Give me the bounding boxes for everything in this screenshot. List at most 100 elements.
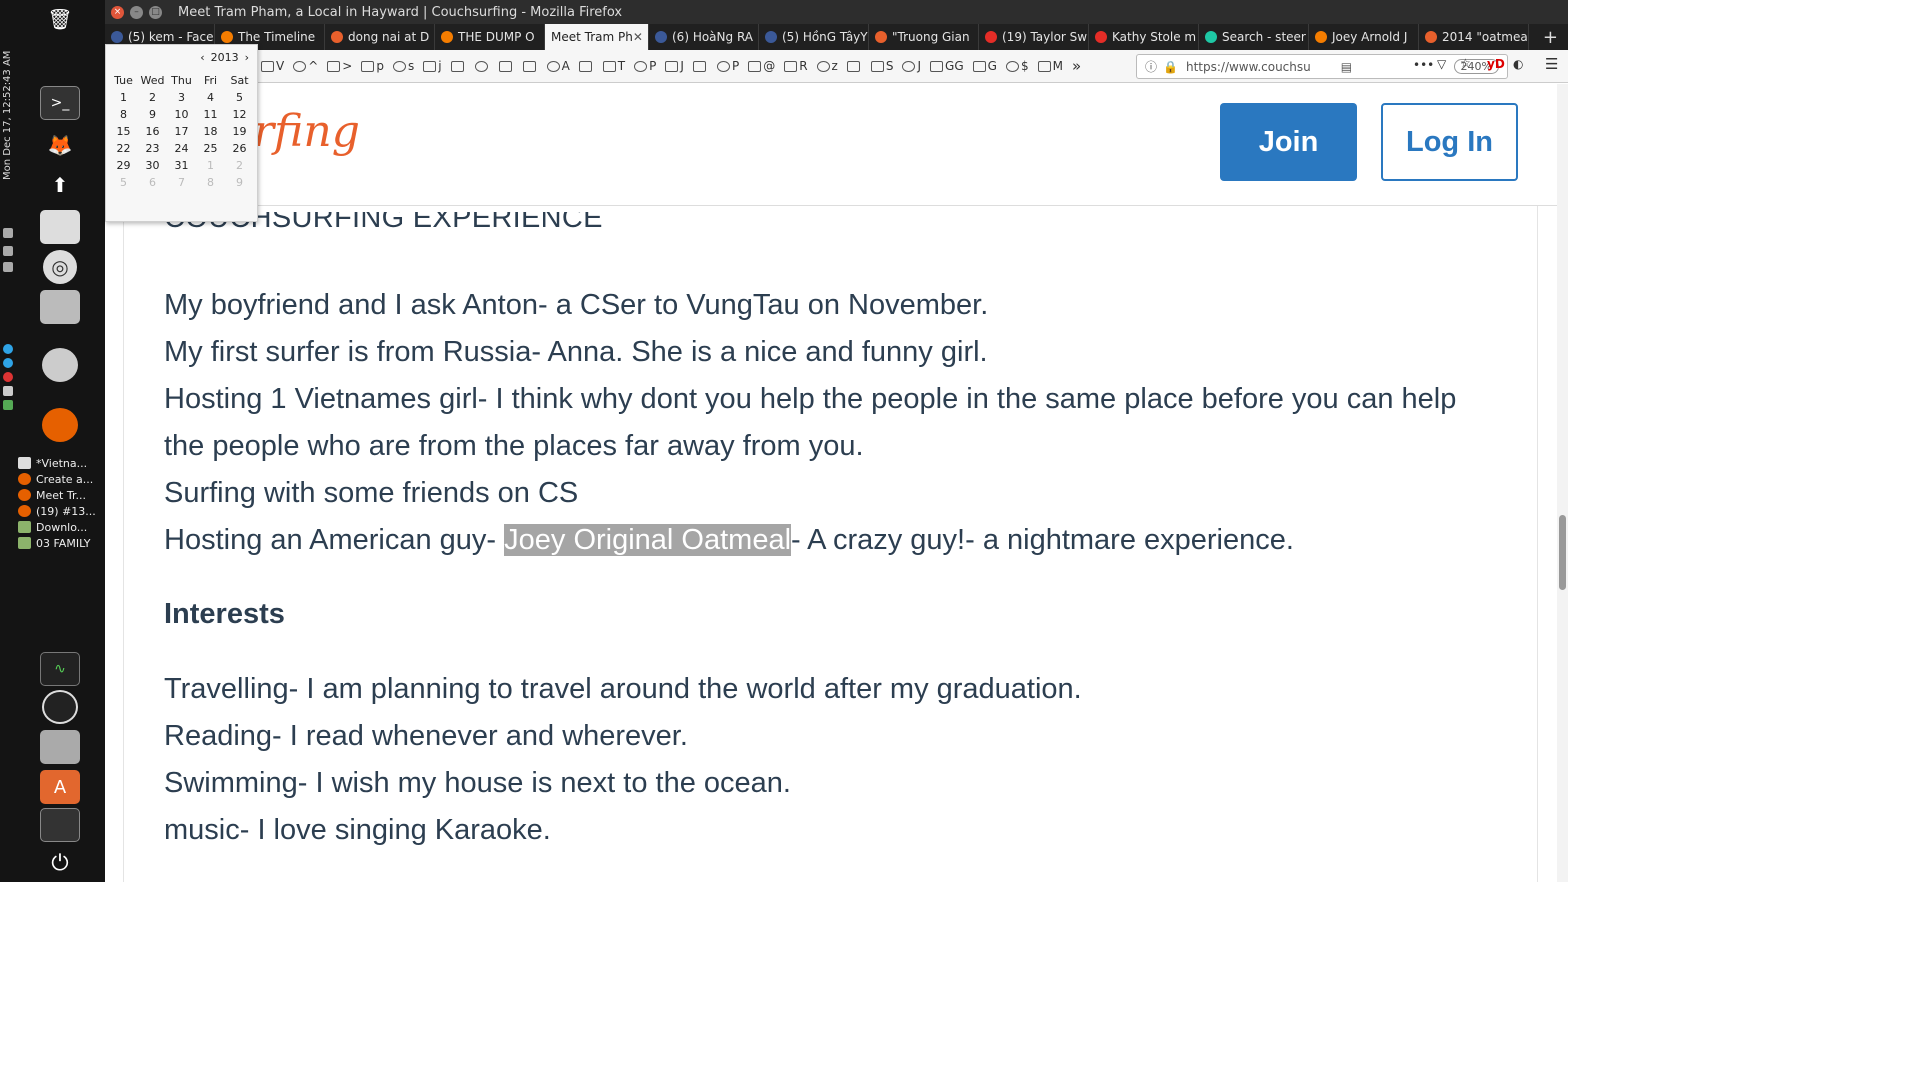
bookmark-item[interactable]: M [1037, 59, 1063, 73]
bookmark-item[interactable]: j [423, 59, 442, 73]
browser-tab[interactable]: 2014 "oatmea [1419, 24, 1529, 50]
tray-icon[interactable] [3, 358, 13, 368]
window-item[interactable]: 03 FAMILY [18, 535, 104, 551]
browser-tab[interactable]: Joey Arnold J [1309, 24, 1419, 50]
reader-view-icon[interactable]: ▤ [1341, 60, 1352, 74]
trash-icon[interactable]: 🗑 [40, 2, 80, 36]
browser-tab[interactable]: (19) Taylor Sw [979, 24, 1089, 50]
ubuntu-icon[interactable]: ◎ [43, 250, 77, 284]
calendar-day[interactable]: 26 [225, 140, 254, 157]
calendar-day[interactable]: 3 [167, 89, 196, 106]
calendar-day[interactable]: 2 [138, 89, 167, 106]
couchsurfing-logo[interactable]: rfing [253, 106, 360, 157]
calendar-day[interactable]: 17 [167, 123, 196, 140]
login-button[interactable]: Log In [1381, 103, 1518, 181]
browser-tab[interactable]: THE DUMP O [435, 24, 545, 50]
calendar-day[interactable]: 6 [138, 174, 167, 191]
calendar-day[interactable]: 8 [109, 106, 138, 123]
calendar-day[interactable]: 5 [225, 89, 254, 106]
calendar-day[interactable]: 15 [109, 123, 138, 140]
upload-icon[interactable]: ⬆ [40, 168, 80, 202]
prev-year-icon[interactable]: ‹ [200, 51, 204, 64]
calendar-day[interactable]: 16 [138, 123, 167, 140]
calendar-day[interactable]: 1 [109, 89, 138, 106]
battery-icon[interactable] [3, 262, 13, 272]
launcher-icon[interactable] [40, 808, 80, 842]
calendar-day[interactable]: 25 [196, 140, 225, 157]
calendar-day[interactable]: 31 [167, 157, 196, 174]
calendar-day[interactable]: 11 [196, 106, 225, 123]
next-year-icon[interactable]: › [245, 51, 249, 64]
calendar-day[interactable]: 5 [109, 174, 138, 191]
obs-icon[interactable] [42, 690, 78, 724]
pocket-icon[interactable]: ▽ [1437, 57, 1446, 71]
power-icon[interactable]: ⏻ [40, 846, 80, 880]
calendar-day[interactable]: 9 [138, 106, 167, 123]
bookmark-item[interactable]: $ [1005, 59, 1029, 73]
calendar-day[interactable]: 18 [196, 123, 225, 140]
bookmark-item[interactable]: P [634, 59, 656, 73]
window-item[interactable]: Downlo... [18, 519, 104, 535]
browser-tab[interactable]: (5) HồnG TâyY [759, 24, 869, 50]
scrollbar-thumb[interactable] [1559, 515, 1566, 590]
bookmark-item[interactable] [450, 60, 466, 72]
bookmark-item[interactable] [474, 60, 490, 72]
bookmark-item[interactable]: @ [748, 59, 775, 73]
browser-tab-active[interactable]: Meet Tram Ph ✕ [545, 24, 649, 50]
minimize-window-icon[interactable]: – [130, 5, 143, 19]
browser-tab[interactable]: Search - steer [1199, 24, 1309, 50]
calendar-day[interactable]: 2 [225, 157, 254, 174]
menu-icon[interactable]: ☰ [1545, 55, 1558, 73]
url-text[interactable]: https://www.couchsu [1186, 60, 1311, 74]
bookmark-item[interactable] [578, 60, 594, 72]
extension-icon[interactable]: ◐ [1513, 57, 1523, 71]
bookmarks-overflow-button[interactable]: » [1072, 57, 1081, 75]
bookmark-item[interactable] [522, 60, 538, 72]
close-tab-icon[interactable]: ✕ [633, 30, 643, 44]
files-icon[interactable] [40, 290, 80, 324]
window-item[interactable]: (19) #13... [18, 503, 104, 519]
firefox-icon[interactable] [42, 408, 78, 442]
volume-icon[interactable] [3, 246, 13, 256]
system-monitor-icon[interactable]: ∿ [40, 652, 80, 686]
gimp-icon[interactable]: 🦊 [40, 128, 80, 162]
bookmark-item[interactable]: P [716, 59, 739, 73]
bookmark-item[interactable]: G [972, 59, 997, 73]
bookmark-item[interactable]: p [361, 59, 384, 73]
join-button[interactable]: Join [1220, 103, 1357, 181]
calendar-day[interactable]: 24 [167, 140, 196, 157]
software-center-icon[interactable]: A [40, 770, 80, 804]
system-clock[interactable]: Mon Dec 17, 12:52:43 AM [2, 40, 16, 180]
bookmark-item[interactable]: GG [930, 59, 964, 73]
calendar-day[interactable]: 22 [109, 140, 138, 157]
tray-icon[interactable] [3, 372, 13, 382]
bookmark-item[interactable]: > [327, 59, 352, 73]
bookmark-item[interactable]: V [261, 59, 284, 73]
browser-tab[interactable]: Kathy Stole m [1089, 24, 1199, 50]
calendar-day[interactable]: 19 [225, 123, 254, 140]
webcam-icon[interactable] [40, 730, 80, 764]
maximize-window-icon[interactable]: □ [149, 5, 162, 19]
bookmark-item[interactable]: ^ [293, 59, 318, 73]
calendar-day[interactable]: 7 [167, 174, 196, 191]
calendar-day[interactable]: 23 [138, 140, 167, 157]
browser-tab[interactable]: (6) HoàNg RA [649, 24, 759, 50]
calendar-day[interactable]: 10 [167, 106, 196, 123]
calendar-day[interactable]: 29 [109, 157, 138, 174]
window-item[interactable]: *Vietna... [18, 455, 104, 471]
bookmark-item[interactable] [692, 60, 708, 72]
calendar-day[interactable]: 4 [196, 89, 225, 106]
disk-icon[interactable] [42, 348, 78, 382]
calendar-day[interactable]: 9 [225, 174, 254, 191]
bookmark-item[interactable] [498, 60, 514, 72]
vertical-scrollbar[interactable] [1557, 84, 1568, 882]
calendar-day[interactable]: 1 [196, 157, 225, 174]
tray-icon[interactable] [3, 400, 13, 410]
calendar-day[interactable]: 30 [138, 157, 167, 174]
terminal-icon[interactable]: >_ [40, 86, 80, 120]
page-actions-icon[interactable]: ••• [1413, 58, 1434, 72]
bookmark-item[interactable]: R [784, 59, 808, 73]
info-icon[interactable]: ⓘ [1145, 58, 1157, 75]
bookmark-item[interactable]: J [902, 59, 921, 73]
bookmark-item[interactable]: T [602, 59, 625, 73]
